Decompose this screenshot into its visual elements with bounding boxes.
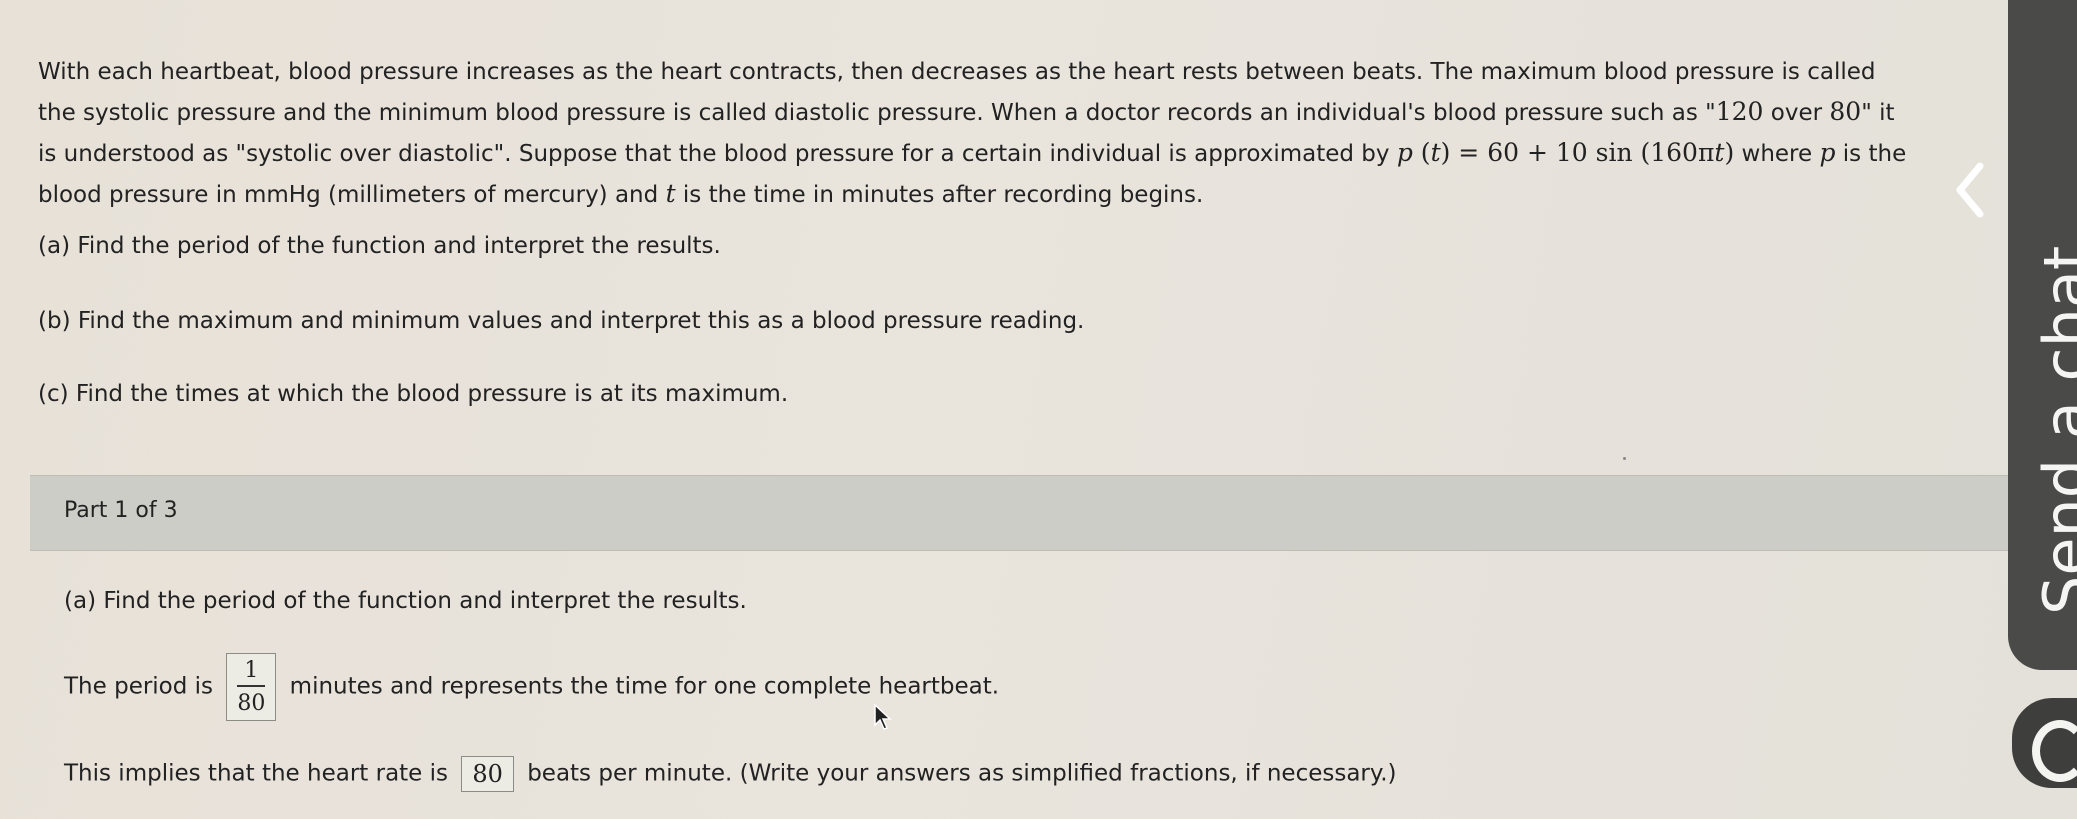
- period-numerator[interactable]: 1: [237, 658, 266, 687]
- pressure-formula: p (t) = 60 + 10 sin (160πt): [1396, 138, 1735, 167]
- period-fraction-input[interactable]: 1 80: [226, 653, 277, 721]
- problem-statement: With each heartbeat, blood pressure incr…: [38, 59, 1907, 208]
- period-answer-row: The period is 1 80 minutes and represent…: [64, 653, 999, 721]
- heart-rate-input[interactable]: 80: [461, 756, 514, 792]
- systolic-value: 120: [1715, 97, 1764, 126]
- chevron-left-icon[interactable]: [1950, 160, 1990, 220]
- question-a: (a) Find the period of the function and …: [38, 233, 721, 259]
- send-chat-label[interactable]: Send a chat: [2030, 246, 2077, 615]
- part-question: (a) Find the period of the function and …: [64, 588, 747, 614]
- speck: [1623, 457, 1626, 460]
- part-label: Part 1 of 3: [64, 498, 178, 523]
- chat-bubble-icon[interactable]: [2012, 698, 2077, 788]
- question-c: (c) Find the times at which the blood pr…: [38, 381, 789, 407]
- mouse-cursor-icon: [874, 703, 892, 730]
- period-denominator[interactable]: 80: [237, 687, 265, 716]
- heart-rate-row: This implies that the heart rate is 80 b…: [64, 756, 1397, 792]
- part-header: Part 1 of 3: [30, 475, 2010, 551]
- diastolic-value: 80: [1829, 97, 1862, 126]
- question-b: (b) Find the maximum and minimum values …: [38, 308, 1085, 334]
